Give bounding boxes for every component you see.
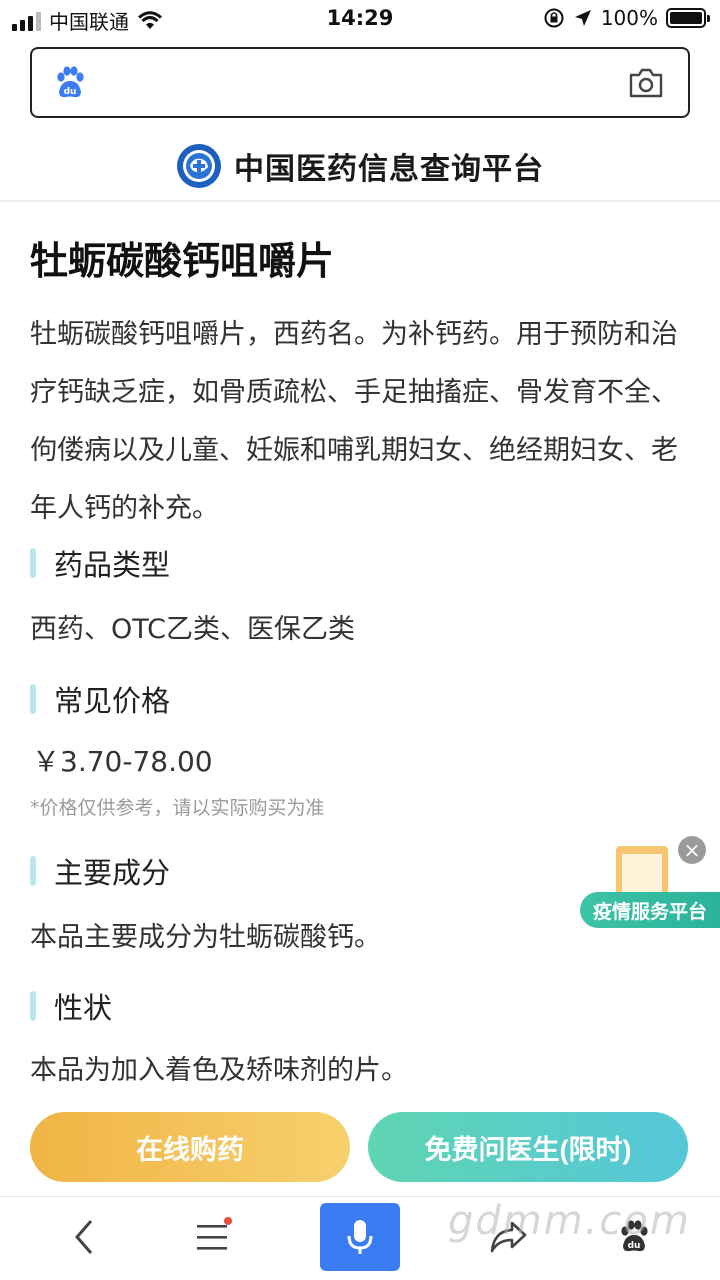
drug-intro: 牡蛎碳酸钙咀嚼片，西药名。为补钙药。用于预防和治疗钙缺乏症，如骨质疏松、手足抽搐…	[30, 319, 678, 524]
platform-logo-icon	[177, 144, 221, 188]
section-label: 主要成分	[54, 856, 171, 890]
back-button[interactable]	[44, 1197, 124, 1277]
section-heading-character: 性状	[30, 985, 112, 1027]
epidemic-service-badge[interactable]: × 疫情服务平台	[580, 836, 720, 932]
price-note: *价格仅供参考，请以实际购买为准	[30, 797, 325, 819]
section-marker	[30, 991, 36, 1021]
badge-label: 疫情服务平台	[580, 892, 720, 928]
drug-type-value: 西药、OTC乙类、医保乙类	[30, 614, 356, 645]
page-title: 牡蛎碳酸钙咀嚼片	[30, 239, 335, 283]
platform-header: 中国医药信息查询平台	[0, 136, 720, 196]
section-heading-ingredient: 主要成分	[30, 850, 170, 892]
orientation-lock-icon	[544, 8, 564, 28]
voice-search-button[interactable]	[320, 1203, 400, 1271]
chevron-left-icon	[75, 1220, 93, 1254]
baidu-paw-icon: du	[57, 66, 84, 98]
section-label: 常见价格	[54, 684, 171, 718]
status-bar: 中国联通 14:29 100%	[0, 0, 720, 36]
buy-online-button[interactable]: 在线购药	[30, 1112, 350, 1182]
camera-icon[interactable]	[628, 67, 664, 99]
menu-icon	[197, 1225, 227, 1250]
menu-button[interactable]	[172, 1197, 252, 1277]
section-heading-type: 药品类型	[30, 542, 170, 584]
price-value: ￥3.70-78.00	[32, 745, 213, 778]
section-label: 性状	[54, 991, 113, 1025]
watermark: gdmm.com	[448, 1198, 691, 1244]
section-label: 药品类型	[54, 548, 171, 582]
section-marker	[30, 856, 36, 886]
svg-text:du: du	[64, 87, 77, 97]
notification-dot	[224, 1217, 232, 1225]
close-icon[interactable]: ×	[678, 836, 706, 864]
section-marker	[30, 684, 36, 714]
ingredient-value: 本品主要成分为牡蛎碳酸钙。	[30, 922, 381, 953]
battery-icon	[666, 8, 710, 28]
character-value: 本品为加入着色及矫味剂的片。	[30, 1055, 408, 1086]
header-divider	[0, 200, 720, 202]
search-input[interactable]: du	[30, 47, 690, 118]
platform-title: 中国医药信息查询平台	[234, 152, 544, 187]
location-arrow-icon	[574, 10, 591, 26]
ask-doctor-button[interactable]: 免费问医生(限时)	[368, 1112, 688, 1182]
status-right: 100%	[543, 6, 710, 30]
section-heading-price: 常见价格	[30, 678, 170, 720]
battery-percent: 100%	[600, 6, 658, 30]
microphone-icon	[347, 1220, 373, 1254]
section-marker	[30, 548, 36, 578]
